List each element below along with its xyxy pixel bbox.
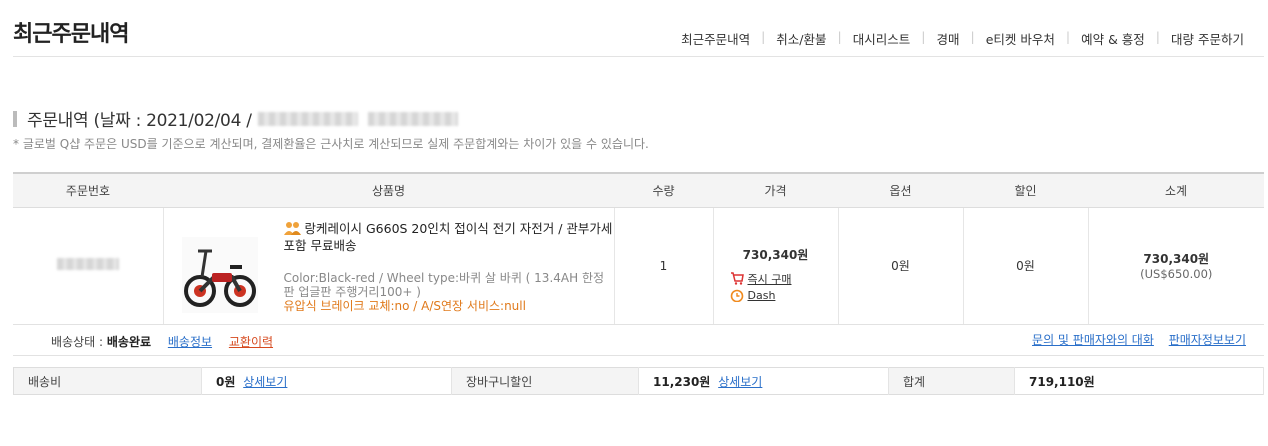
nav-wishlist[interactable]: 대시리스트 bbox=[853, 29, 911, 48]
shipping-info-link[interactable]: 배송정보 bbox=[168, 335, 212, 349]
redacted-text bbox=[257, 111, 358, 126]
nav-separator: | bbox=[921, 29, 926, 44]
nav-recent-orders[interactable]: 최근주문내역 bbox=[681, 29, 750, 48]
order-table: 주문번호 상품명 수량 가격 옵션 할인 소계 랑케레이시 G660S 20인치… bbox=[13, 172, 1264, 325]
dash-label: Dash bbox=[747, 288, 776, 302]
col-discount: 할인 bbox=[963, 172, 1088, 208]
nav-separator: | bbox=[761, 29, 766, 44]
col-product-name: 상품명 bbox=[163, 172, 614, 208]
nav-separator: | bbox=[837, 29, 842, 44]
cart-discount-label: 장바구니할인 bbox=[451, 367, 639, 395]
cart-discount-detail-link[interactable]: 상세보기 bbox=[718, 375, 762, 389]
price-cell: 730,340원 즉시 구매 Dash bbox=[712, 207, 838, 325]
shipping-fee-cell: 0원 상세보기 bbox=[201, 367, 452, 395]
delivery-status-value: 배송완료 bbox=[106, 335, 152, 349]
total-value: 719,110원 bbox=[1029, 374, 1095, 389]
shipping-fee-label: 배송비 bbox=[13, 367, 202, 395]
col-quantity: 수량 bbox=[614, 172, 713, 208]
shipping-fee-value: 0원 bbox=[216, 374, 236, 389]
subtotal-cell: 730,340원 (US$650.00) bbox=[1087, 207, 1264, 325]
cart-discount-cell: 11,230원 상세보기 bbox=[638, 367, 889, 395]
quantity-cell: 1 bbox=[613, 207, 713, 325]
cart-icon bbox=[730, 272, 744, 285]
total-cell: 719,110원 bbox=[1014, 367, 1264, 395]
product-extra-options: 유압식 브레이크 교체:no / A/S연장 서비스:null bbox=[283, 299, 526, 313]
table-header-row: 주문번호 상품명 수량 가격 옵션 할인 소계 bbox=[13, 172, 1264, 208]
nav-separator: | bbox=[1065, 29, 1071, 44]
order-section-header: 주문내역 (날짜 : 2021/02/04 / bbox=[13, 106, 458, 131]
col-option: 옵션 bbox=[838, 172, 963, 208]
delivery-status-row: 배송상태 : 배송완료 배송정보 교환이력 문의 및 판매자와의 대화 판매자정… bbox=[13, 324, 1264, 356]
instant-buy-link[interactable]: 즉시 구매 bbox=[730, 271, 838, 287]
instant-buy-label: 즉시 구매 bbox=[747, 272, 792, 286]
contact-seller-link[interactable]: 문의 및 판매자와의 대화 bbox=[1032, 333, 1154, 347]
col-order-number: 주문번호 bbox=[13, 172, 163, 208]
nav-separator: | bbox=[970, 29, 975, 44]
product-title[interactable]: 랑케레이시 G660S 20인치 접이식 전기 자전거 / 관부가세 포함 무료… bbox=[283, 221, 614, 253]
product-cell: 랑케레이시 G660S 20인치 접이식 전기 자전거 / 관부가세 포함 무료… bbox=[162, 207, 614, 325]
top-nav: 최근주문내역 | 취소/환불 | 대시리스트 | 경매 | e티켓 바우처 | … bbox=[681, 29, 1244, 48]
summary-row: 배송비 0원 상세보기 장바구니할인 11,230원 상세보기 합계 719,1… bbox=[13, 367, 1264, 395]
nav-bulk-order[interactable]: 대량 주문하기 bbox=[1171, 29, 1244, 48]
dash-link[interactable]: Dash bbox=[730, 289, 838, 302]
exchange-history-link[interactable]: 교환이력 bbox=[229, 335, 273, 349]
subtotal-usd: (US$650.00) bbox=[1140, 267, 1213, 281]
nav-cancel-refund[interactable]: 취소/환불 bbox=[776, 29, 826, 48]
order-number-cell bbox=[13, 207, 163, 325]
redacted-order-number bbox=[56, 258, 119, 270]
redacted-text bbox=[367, 111, 458, 126]
nav-eticket-voucher[interactable]: e티켓 바우처 bbox=[986, 29, 1055, 48]
nav-auction[interactable]: 경매 bbox=[936, 29, 959, 48]
subtotal-value: 730,340원 bbox=[1143, 252, 1210, 266]
product-options: Color:Black-red / Wheel type:바퀴 살 바퀴 ( 1… bbox=[283, 271, 605, 299]
order-summary: 배송비 0원 상세보기 장바구니할인 11,230원 상세보기 합계 719,1… bbox=[13, 367, 1264, 395]
clock-icon bbox=[730, 289, 743, 302]
total-label: 합계 bbox=[888, 367, 1015, 395]
currency-notice: * 글로벌 Q샵 주문은 USD를 기준으로 계산되며, 결제환율은 근사치로 … bbox=[13, 137, 649, 151]
shipping-fee-detail-link[interactable]: 상세보기 bbox=[243, 375, 287, 389]
table-row: 랑케레이시 G660S 20인치 접이식 전기 자전거 / 관부가세 포함 무료… bbox=[13, 207, 1264, 325]
delivery-status-label: 배송상태 : bbox=[51, 335, 104, 349]
col-price: 가격 bbox=[713, 172, 838, 208]
product-title-text: 랑케레이시 G660S 20인치 접이식 전기 자전거 / 관부가세 포함 무료… bbox=[283, 221, 613, 253]
price-value: 730,340원 bbox=[742, 247, 809, 262]
header-divider bbox=[13, 56, 1264, 57]
col-subtotal: 소계 bbox=[1088, 172, 1264, 208]
product-thumbnail[interactable] bbox=[181, 237, 258, 313]
order-section-title: 주문내역 (날짜 : 2021/02/04 / bbox=[27, 111, 252, 131]
page-title: 최근주문내역 bbox=[13, 22, 129, 47]
section-marker bbox=[13, 110, 17, 127]
bicycle-image bbox=[183, 249, 256, 307]
discount-cell: 0원 bbox=[962, 207, 1088, 325]
nav-separator: | bbox=[1155, 29, 1161, 44]
nav-reservation-haggle[interactable]: 예약 & 흥정 bbox=[1081, 29, 1145, 48]
seller-info-link[interactable]: 판매자정보보기 bbox=[1169, 333, 1246, 347]
seller-badge-icon bbox=[283, 221, 301, 238]
cart-discount-value: 11,230원 bbox=[653, 374, 711, 389]
option-price-cell: 0원 bbox=[837, 207, 963, 325]
